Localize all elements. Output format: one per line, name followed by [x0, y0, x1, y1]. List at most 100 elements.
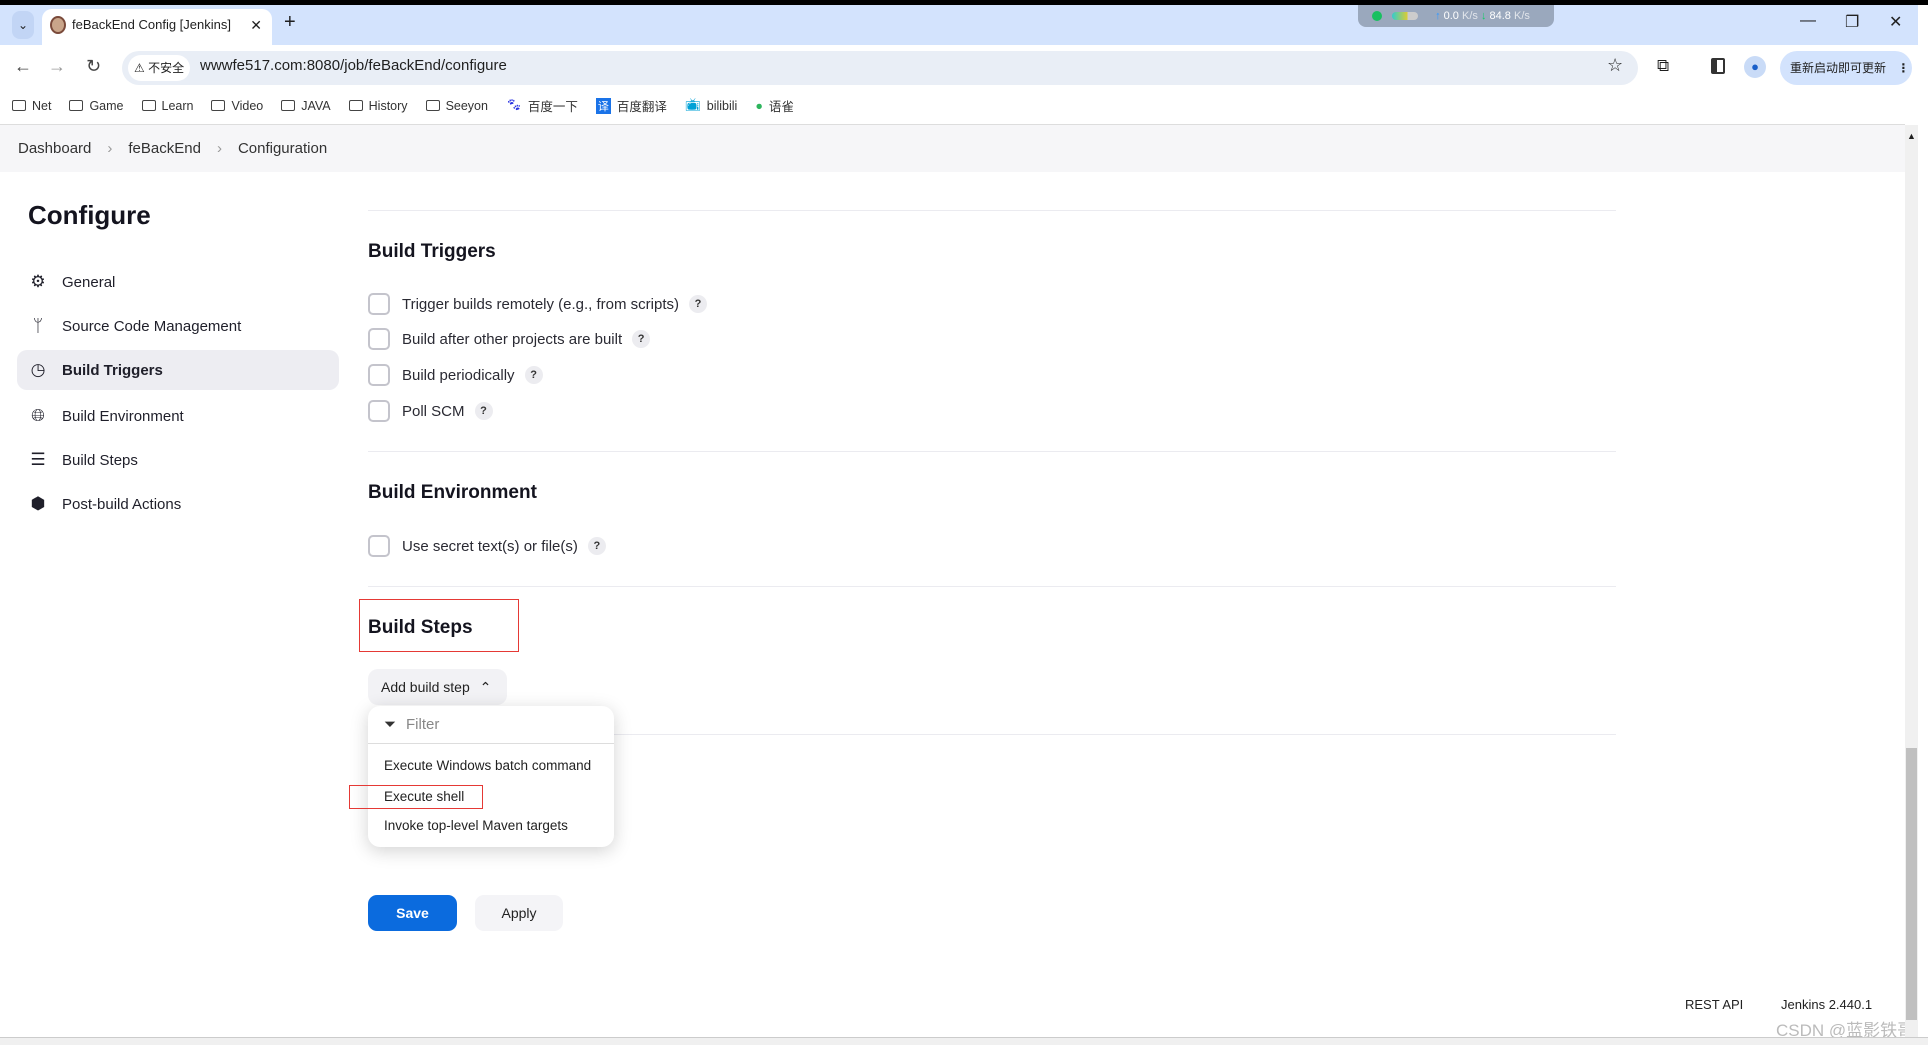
filter-input[interactable]: ⏷ Filter — [368, 706, 614, 744]
section-title-build-steps: Build Steps — [368, 617, 473, 638]
checkbox-label: Trigger builds remotely (e.g., from scri… — [402, 295, 680, 313]
sidebar-item-scm[interactable]: ᛘ Source Code Management — [17, 306, 339, 346]
bookmark-1[interactable]: Game — [69, 96, 124, 115]
sidebar-item-label: Build Environment — [62, 407, 184, 425]
network-monitor: ↑ 0.0 K/s ↓ 84.8 K/s — [1358, 5, 1554, 27]
bookmark-7[interactable]: 🐾︎ 百度一下 — [506, 96, 578, 115]
bookmark-label: Net — [32, 98, 52, 113]
upload-speed: 0.0 — [1443, 10, 1459, 22]
checkbox[interactable] — [368, 293, 390, 315]
sidebar-item-label: Build Triggers — [62, 361, 163, 379]
help-icon[interactable]: ? — [587, 537, 606, 555]
chevron-right-icon: › — [216, 140, 222, 157]
help-icon[interactable]: ? — [632, 330, 651, 348]
reload-icon[interactable]: ↻ — [86, 56, 101, 77]
insecure-label: 不安全 — [148, 61, 185, 75]
help-icon[interactable]: ? — [474, 402, 493, 420]
folder-icon — [211, 100, 226, 111]
sidebar-item-build-environment[interactable]: 🌐︎ Build Environment — [17, 396, 339, 436]
section-title-build-triggers: Build Triggers — [368, 241, 496, 262]
scroll-up-icon[interactable]: ▲ — [1905, 131, 1918, 141]
chevron-right-icon: › — [107, 140, 113, 157]
jenkins-favicon-icon — [50, 16, 66, 34]
checkbox[interactable] — [368, 364, 390, 386]
add-build-step-button[interactable]: Add build step ⌃ — [368, 669, 507, 705]
rest-api-link[interactable]: REST API — [1685, 997, 1743, 1012]
usage-bar — [1392, 12, 1418, 21]
breadcrumb-dashboard[interactable]: Dashboard — [18, 140, 91, 157]
bookmark-8[interactable]: 译百度翻译 — [595, 96, 667, 115]
sidebar-item-build-steps[interactable]: ☰ Build Steps — [17, 440, 339, 480]
bookmark-6[interactable]: Seeyon — [425, 96, 488, 115]
url-text[interactable]: wwwfe517.com:8080/job/feBackEnd/configur… — [200, 57, 507, 74]
folder-icon — [69, 100, 84, 111]
bookmark-label: 百度翻译 — [616, 100, 667, 114]
checkbox[interactable] — [368, 400, 390, 422]
breadcrumb-job[interactable]: feBackEnd — [128, 140, 201, 157]
sidebar-item-post-build[interactable]: ⬢ Post-build Actions — [17, 484, 339, 524]
checkbox-label: Build after other projects are built — [402, 330, 623, 348]
tab-close-icon[interactable]: ✕ — [250, 9, 262, 41]
upload-unit: K/s — [1461, 10, 1478, 22]
scrollbar-thumb[interactable] — [1906, 748, 1917, 1020]
checkbox[interactable] — [368, 328, 390, 350]
menu-item-maven[interactable]: Invoke top-level Maven targets — [384, 818, 568, 833]
browser-tab[interactable]: feBackEnd Config [Jenkins] ✕ — [42, 9, 272, 45]
new-tab-button[interactable]: + — [284, 11, 296, 34]
gear-icon: ⚙ — [30, 272, 46, 291]
highlight-box — [349, 785, 483, 809]
bookmark-label: Game — [89, 98, 124, 113]
minimize-icon[interactable]: — — [1800, 12, 1816, 30]
back-icon[interactable]: ← — [14, 56, 32, 77]
section-title-build-environment: Build Environment — [368, 482, 537, 503]
secret-text-checkbox[interactable]: Use secret text(s) or file(s)? — [368, 535, 606, 557]
bookmark-10[interactable]: ● 语雀 — [755, 96, 794, 115]
sidebar-item-build-triggers[interactable]: ◷ Build Triggers — [17, 350, 339, 390]
folder-icon — [425, 100, 440, 111]
help-icon[interactable]: ? — [524, 366, 543, 384]
close-window-icon[interactable]: ✕ — [1889, 12, 1902, 32]
folder-icon — [281, 100, 296, 111]
bookmark-label: Seeyon — [445, 98, 488, 113]
extensions-icon[interactable]: ⧉ — [1657, 56, 1669, 76]
tab-list-button[interactable]: ⌄ — [12, 11, 34, 39]
folder-icon — [12, 100, 26, 111]
bookmark-0[interactable]: Net — [12, 96, 51, 115]
package-icon: ⬢ — [30, 494, 46, 513]
bookmark-2[interactable]: Learn — [141, 96, 193, 115]
bookmark-star-icon[interactable]: ☆ — [1607, 55, 1623, 76]
breadcrumb: Dashboard › feBackEnd › Configuration — [18, 140, 327, 157]
bookmark-9[interactable]: 📺︎ bilibili — [685, 96, 737, 115]
menu-item-windows-batch[interactable]: Execute Windows batch command — [384, 758, 591, 773]
restore-icon[interactable]: ❐ — [1845, 12, 1859, 32]
side-panel-icon[interactable] — [1711, 58, 1725, 74]
sidebar-item-label: Source Code Management — [62, 317, 242, 335]
baidu-icon: 🐾︎ — [505, 98, 522, 112]
save-button[interactable]: Save — [368, 895, 457, 931]
poll-scm-checkbox[interactable]: Poll SCM? — [368, 400, 493, 422]
timer-icon: ◷ — [30, 360, 46, 379]
update-button[interactable]: 重新启动即可更新 ⋮ — [1780, 51, 1912, 85]
help-icon[interactable]: ? — [689, 295, 708, 313]
jenkins-version-link[interactable]: Jenkins 2.440.1 — [1781, 997, 1872, 1012]
bookmark-4[interactable]: JAVA — [281, 96, 331, 115]
apply-button[interactable]: Apply — [475, 895, 563, 931]
window-bottom-edge — [0, 1037, 1928, 1045]
build-periodically-checkbox[interactable]: Build periodically? — [368, 364, 543, 386]
bookmark-3[interactable]: Video — [211, 96, 263, 115]
build-after-checkbox[interactable]: Build after other projects are built? — [368, 328, 651, 350]
list-icon: ☰ — [30, 450, 46, 469]
profile-avatar-icon[interactable]: ● — [1744, 56, 1766, 78]
security-indicator[interactable]: ⚠ 不安全 — [128, 55, 191, 81]
checkbox[interactable] — [368, 535, 390, 557]
translate-icon: 译 — [595, 97, 611, 114]
bookmark-5[interactable]: History — [348, 96, 408, 115]
filter-icon: ⏷ — [384, 716, 397, 733]
trigger-remotely-checkbox[interactable]: Trigger builds remotely (e.g., from scri… — [368, 293, 708, 315]
forward-icon[interactable]: → — [48, 56, 66, 77]
bookmark-label: JAVA — [301, 98, 331, 113]
breadcrumb-configuration[interactable]: Configuration — [238, 140, 327, 157]
chevron-up-icon: ⌃ — [479, 679, 492, 695]
yuque-icon: ● — [755, 98, 763, 113]
sidebar-item-general[interactable]: ⚙ General — [17, 262, 339, 302]
